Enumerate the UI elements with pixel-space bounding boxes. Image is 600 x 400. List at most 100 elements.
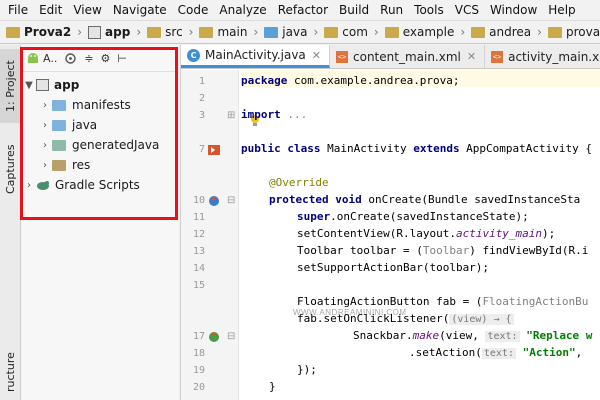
code-line-20: }); xyxy=(297,363,317,376)
close-icon[interactable]: ✕ xyxy=(312,49,321,62)
chevron-right-icon: › xyxy=(460,25,466,39)
tree-node-label: Gradle Scripts xyxy=(55,178,140,192)
menu-refactor[interactable]: Refactor xyxy=(278,3,328,17)
line-number: 19 xyxy=(192,365,205,376)
tree-node-label: res xyxy=(72,158,91,172)
tree-node-label: generatedJava xyxy=(72,138,160,152)
tree-node-gradle-scripts[interactable]: › Gradle Scripts xyxy=(22,175,178,195)
menu-window[interactable]: Window xyxy=(490,3,537,17)
tree-node-generatedjava[interactable]: › generatedJava xyxy=(22,135,178,155)
chevron-right-icon[interactable]: › xyxy=(38,140,52,151)
project-tool-tab-label: 1: Project xyxy=(4,60,17,112)
folder-icon xyxy=(384,26,399,38)
menu-vcs[interactable]: VCS xyxy=(455,3,479,17)
run-class-icon[interactable] xyxy=(207,144,221,156)
line-number: 13 xyxy=(192,246,205,257)
menu-file[interactable]: File xyxy=(8,3,28,17)
menu-edit[interactable]: Edit xyxy=(39,3,62,17)
code-line-15: FloatingActionButton fab = (FloatingActi… xyxy=(297,295,589,308)
captures-tool-tab[interactable]: Captures xyxy=(0,129,21,209)
hide-panel-icon[interactable]: ⊢ xyxy=(117,52,127,65)
tab-label: MainActivity.java xyxy=(205,48,306,62)
menu-code[interactable]: Code xyxy=(178,3,209,17)
breadcrumb-project[interactable]: Prova2 xyxy=(6,25,71,39)
android-icon xyxy=(28,53,38,63)
breadcrumb-prova[interactable]: prova xyxy=(547,25,600,39)
tab-label: content_main.xml xyxy=(353,49,461,64)
line-number: 20 xyxy=(192,382,205,393)
tree-node-res[interactable]: › res xyxy=(22,155,178,175)
resources-folder-icon xyxy=(52,159,66,171)
chevron-right-icon[interactable]: › xyxy=(38,120,52,131)
tree-node-label: manifests xyxy=(72,98,131,112)
tree-node-java[interactable]: › java xyxy=(22,115,178,135)
line-number: 10 xyxy=(192,195,205,206)
line-number: 11 xyxy=(192,212,205,223)
fold-expand-icon[interactable]: ⊞ xyxy=(227,110,235,121)
chevron-right-icon: › xyxy=(537,25,542,39)
locate-icon[interactable] xyxy=(64,52,77,65)
chevron-right-icon: › xyxy=(253,25,259,39)
breadcrumb-andrea[interactable]: andrea xyxy=(471,25,531,39)
chevron-right-icon: › xyxy=(188,25,194,39)
chevron-right-icon: › xyxy=(373,25,379,39)
code-line-21: } xyxy=(269,380,276,393)
fold-collapse-icon[interactable]: ⊟ xyxy=(227,195,235,206)
tab-activity-main[interactable]: <> activity_main.xml xyxy=(485,45,600,68)
line-number: 2 xyxy=(198,93,205,104)
collapse-icon[interactable]: ≑ xyxy=(84,52,93,65)
menu-tools[interactable]: Tools xyxy=(414,3,444,17)
chevron-right-icon: › xyxy=(136,25,142,39)
line-number: 14 xyxy=(192,263,205,274)
project-tool-tab[interactable]: 1: Project xyxy=(0,49,21,123)
chevron-right-icon[interactable]: › xyxy=(22,180,36,191)
tree-node-app[interactable]: ▼ app xyxy=(22,75,178,95)
chevron-right-icon: › xyxy=(313,25,319,39)
folder-icon xyxy=(547,26,562,38)
breadcrumb-example[interactable]: example xyxy=(384,25,454,39)
lambda-marker-icon[interactable] xyxy=(207,330,221,344)
tab-mainactivity[interactable]: C MainActivity.java ✕ xyxy=(181,45,330,68)
chevron-right-icon[interactable]: › xyxy=(38,160,52,171)
breadcrumb: Prova2 › app › src › main › java › com ›… xyxy=(0,20,600,44)
menu-run[interactable]: Run xyxy=(380,3,403,17)
chevron-down-icon[interactable]: ▼ xyxy=(22,80,36,91)
tab-content-main[interactable]: <> content_main.xml ✕ xyxy=(330,45,486,68)
line-number: 7 xyxy=(198,144,205,155)
chevron-right-icon[interactable]: › xyxy=(38,100,52,111)
menu-bar: File Edit View Navigate Code Analyze Ref… xyxy=(0,0,600,20)
structure-tool-tab[interactable]: ructure xyxy=(0,345,21,400)
code-line-1: package com.example.andrea.prova; xyxy=(241,74,460,87)
menu-build[interactable]: Build xyxy=(339,3,369,17)
breadcrumb-app[interactable]: app xyxy=(88,25,130,39)
module-icon xyxy=(88,25,102,39)
folder-icon xyxy=(324,26,339,38)
menu-analyze[interactable]: Analyze xyxy=(219,3,266,17)
gear-icon[interactable]: ⚙ xyxy=(101,52,111,65)
line-number: 18 xyxy=(192,348,205,359)
code-area[interactable]: package com.example.andrea.prova; import… xyxy=(241,70,600,400)
folder-icon xyxy=(199,26,214,38)
folder-icon xyxy=(264,26,279,38)
breadcrumb-main[interactable]: main xyxy=(199,25,247,39)
fold-collapse-icon[interactable]: ⊟ xyxy=(227,331,235,342)
generated-folder-icon xyxy=(52,139,66,151)
view-selector[interactable]: A.. xyxy=(26,51,57,65)
folder-icon xyxy=(471,26,486,38)
override-marker-icon[interactable] xyxy=(207,194,221,208)
close-icon[interactable]: ✕ xyxy=(467,50,476,63)
left-tool-strip: 1: Project Captures ructure xyxy=(0,45,21,400)
tree-node-label: java xyxy=(72,118,98,132)
class-icon: C xyxy=(187,48,200,62)
project-panel: A.. ≑ ⚙ ⊢ ▼ app › manifests › java › gen… xyxy=(22,45,178,400)
tree-node-manifests[interactable]: › manifests xyxy=(22,95,178,115)
folder-icon xyxy=(52,119,66,131)
editor-gutter: 1 2 3 7 10 11 12 13 14 15 17 18 19 20 ⊞ … xyxy=(181,70,259,400)
menu-view[interactable]: View xyxy=(73,3,101,17)
menu-navigate[interactable]: Navigate xyxy=(113,3,167,17)
breadcrumb-com[interactable]: com xyxy=(324,25,368,39)
menu-help[interactable]: Help xyxy=(548,3,575,17)
breadcrumb-src[interactable]: src xyxy=(147,25,183,39)
breadcrumb-java[interactable]: java xyxy=(264,25,307,39)
code-line-14: setSupportActionBar(toolbar); xyxy=(297,261,490,274)
